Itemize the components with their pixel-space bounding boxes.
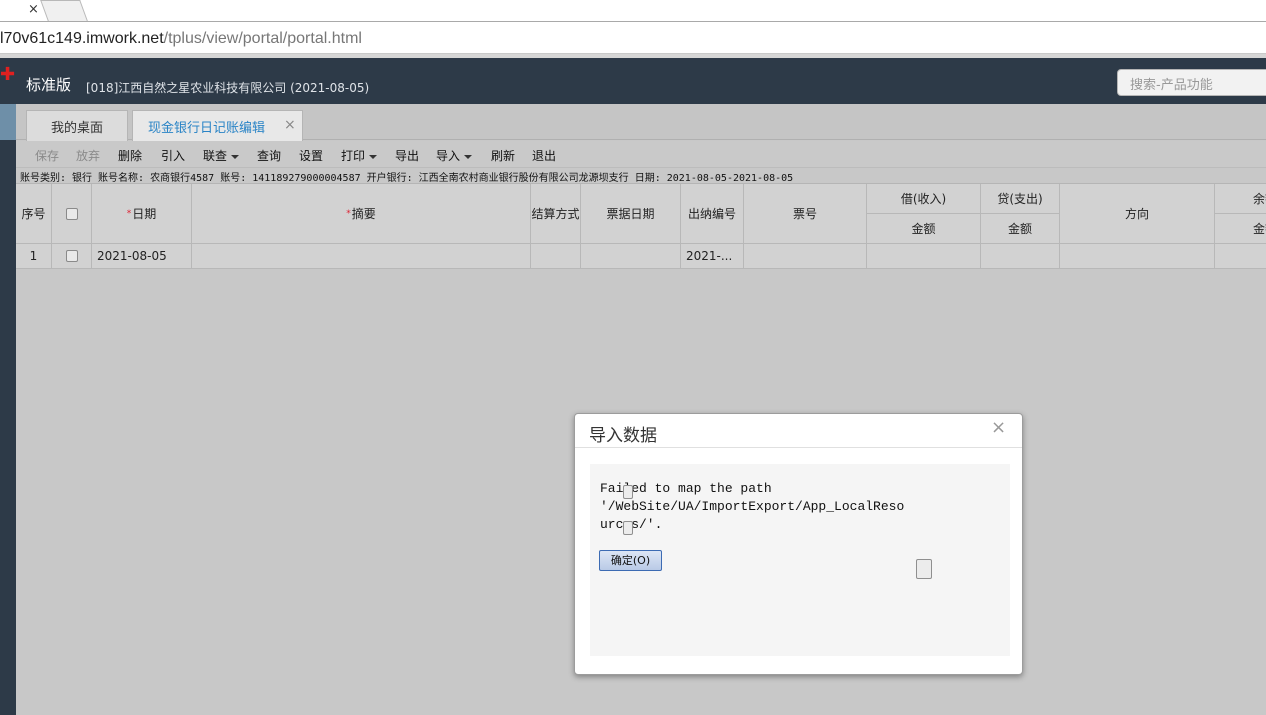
- search-input[interactable]: 搜索-产品功能: [1117, 69, 1266, 96]
- workspace-tabs: 我的桌面 现金银行日记账编辑 ×: [16, 104, 1266, 141]
- dialog-divider: [575, 447, 1022, 448]
- row-balance[interactable]: [1215, 244, 1266, 269]
- tab-my-desktop[interactable]: 我的桌面: [26, 110, 128, 141]
- header-settle: 结算方式: [531, 184, 581, 244]
- row-seq: 1: [16, 244, 52, 269]
- refresh-button[interactable]: 刷新: [491, 147, 515, 164]
- tab-label: 现金银行日记账编辑: [148, 121, 266, 136]
- stray-control[interactable]: [916, 559, 932, 579]
- row-summary[interactable]: [192, 244, 531, 269]
- header-credit: 贷(支出): [981, 184, 1060, 214]
- header-seq: 序号: [16, 184, 52, 244]
- address-bar[interactable]: l70v61c149.imwork.net/tplus/view/portal/…: [0, 22, 1266, 54]
- query-button[interactable]: 查询: [257, 147, 281, 164]
- header-select-all: [52, 184, 92, 244]
- header-summary: * 摘要: [192, 184, 531, 244]
- browser-tabstrip: ×: [0, 0, 1266, 22]
- row-select: [52, 244, 92, 269]
- header-balance-amount: 金额: [1215, 214, 1266, 244]
- required-mark: *: [126, 208, 132, 219]
- url-text[interactable]: l70v61c149.imwork.net/tplus/view/portal/…: [0, 30, 362, 48]
- import-data-dialog: 导入数据 × Failed to map the path '/WebSite/…: [574, 413, 1023, 675]
- stray-control[interactable]: [623, 521, 633, 535]
- url-host: l70v61c149.imwork.net: [0, 30, 164, 47]
- row-checkbox[interactable]: [65, 250, 78, 262]
- header-debit: 借(收入): [867, 184, 981, 214]
- header-direction: 方向: [1060, 184, 1215, 244]
- header-bill-date: 票据日期: [581, 184, 681, 244]
- header-date-label: 日期: [132, 207, 157, 221]
- required-mark: *: [346, 208, 351, 219]
- header-credit-amount: 金额: [981, 214, 1060, 244]
- app-header: ✚ 标准版 [018]江西自然之星农业科技有限公司 (2021-08-05) 搜…: [0, 58, 1266, 104]
- exit-button[interactable]: 退出: [532, 147, 556, 164]
- chevron-down-icon: [231, 154, 240, 159]
- row-direction[interactable]: [1060, 244, 1215, 269]
- dialog-body: Failed to map the path '/WebSite/UA/Impo…: [590, 464, 1010, 656]
- header-cashier-no: 出纳编号: [681, 184, 744, 244]
- new-tab-button[interactable]: [40, 0, 88, 21]
- journal-grid: 序号 * 日期 * 摘要 结算方式 票据日期 出纳编号 票号 借(收入) 金额 贷(…: [16, 183, 1266, 269]
- header-debit-amount: 金额: [867, 214, 981, 244]
- error-message: Failed to map the path '/WebSite/UA/Impo…: [600, 481, 905, 532]
- logo-icon: ✚: [0, 64, 16, 85]
- tab-cash-bank-journal[interactable]: 现金银行日记账编辑 ×: [132, 110, 303, 141]
- row-settle[interactable]: [531, 244, 581, 269]
- import-label: 导入: [436, 149, 461, 163]
- print-button[interactable]: 打印: [341, 147, 378, 164]
- toolbar: 保存 放弃 删除 引入 联查 查询 设置 打印 导出 导入 刷新 退出: [16, 141, 1266, 168]
- header-bill-no: 票号: [744, 184, 867, 244]
- close-icon[interactable]: ×: [28, 2, 39, 18]
- close-tab-icon[interactable]: ×: [284, 117, 296, 133]
- row-debit-amount[interactable]: [867, 244, 981, 269]
- header-summary-label: 摘要: [351, 207, 376, 221]
- import-button[interactable]: 导入: [436, 147, 473, 164]
- link-query-label: 联查: [203, 149, 228, 163]
- left-rail-highlight[interactable]: [0, 104, 16, 140]
- import-in-button[interactable]: 引入: [161, 147, 185, 164]
- stray-control[interactable]: [623, 485, 633, 499]
- select-all-checkbox[interactable]: [65, 207, 78, 220]
- header-balance: 余额: [1215, 184, 1266, 214]
- row-date[interactable]: 2021-08-05: [92, 244, 192, 269]
- account-info: 账号类别: 银行 账号名称: 农商银行4587 账号: 141189279000…: [20, 173, 794, 184]
- header-date: * 日期: [92, 184, 192, 244]
- left-rail: [0, 104, 16, 715]
- edition-label: 标准版: [26, 76, 72, 94]
- print-label: 打印: [341, 149, 366, 163]
- row-bill-no[interactable]: [744, 244, 867, 269]
- row-cashier-no[interactable]: 2021-...: [681, 244, 744, 269]
- link-query-button[interactable]: 联查: [203, 147, 240, 164]
- row-credit-amount[interactable]: [981, 244, 1060, 269]
- url-path: /tplus/view/portal/portal.html: [163, 30, 362, 47]
- company-label: [018]江西自然之星农业科技有限公司 (2021-08-05): [86, 81, 370, 95]
- export-button[interactable]: 导出: [395, 147, 419, 164]
- dialog-title: 导入数据: [589, 426, 657, 446]
- settings-button[interactable]: 设置: [299, 147, 323, 164]
- row-bill-date[interactable]: [581, 244, 681, 269]
- ok-button[interactable]: 确定(O): [599, 550, 662, 571]
- chevron-down-icon: [369, 154, 378, 159]
- abandon-button[interactable]: 放弃: [76, 147, 100, 164]
- chevron-down-icon: [464, 154, 473, 159]
- save-button[interactable]: 保存: [35, 147, 59, 164]
- close-icon[interactable]: ×: [991, 418, 1006, 438]
- delete-button[interactable]: 删除: [118, 147, 142, 164]
